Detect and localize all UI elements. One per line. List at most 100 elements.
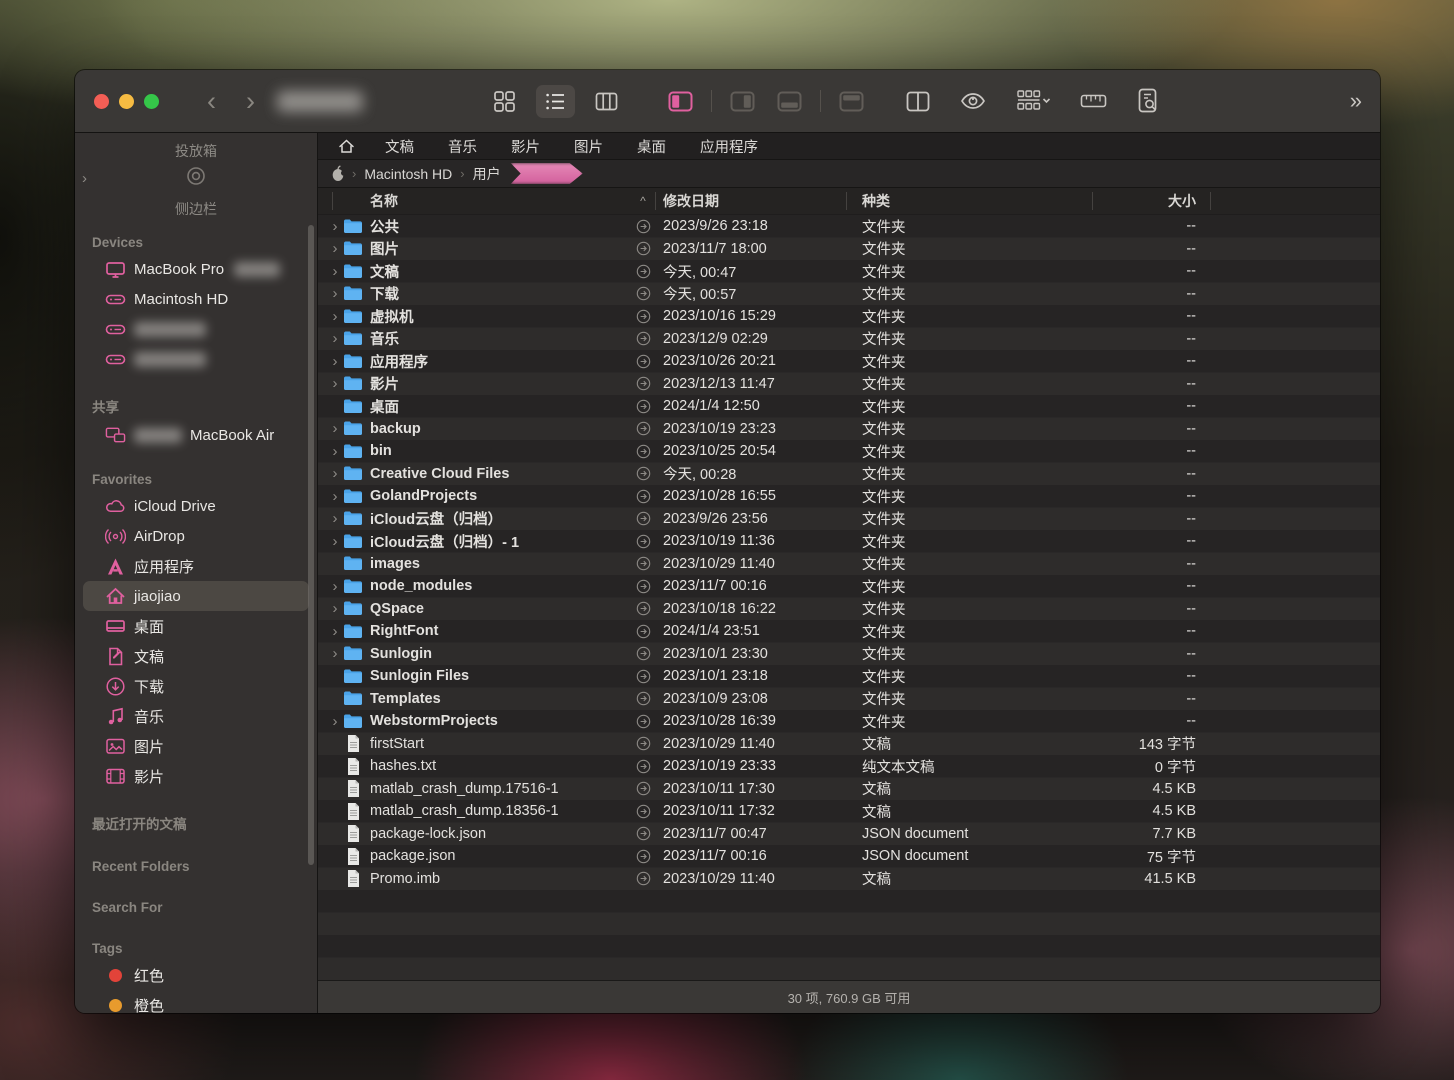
file-row[interactable]: ›backup2023/10/19 23:23文件夹-- xyxy=(318,418,1380,441)
file-row[interactable]: ›node_modules2023/11/7 00:16文件夹-- xyxy=(318,575,1380,598)
cloud-status-icon[interactable] xyxy=(631,309,655,324)
sidebar-item-AirDrop[interactable]: AirDrop xyxy=(83,521,309,551)
disclosure-chevron-icon[interactable]: › xyxy=(328,286,342,301)
column-header-name[interactable]: 名称 xyxy=(364,191,631,211)
cloud-status-icon[interactable] xyxy=(631,241,655,256)
sidebar-item-iCloud Drive[interactable]: iCloud Drive xyxy=(83,491,309,521)
file-row[interactable]: images2023/10/29 11:40文件夹-- xyxy=(318,553,1380,576)
panel-top-icon[interactable] xyxy=(831,86,872,117)
file-row[interactable]: ›iCloud云盘（归档）2023/9/26 23:56文件夹-- xyxy=(318,508,1380,531)
zoom-window-button[interactable] xyxy=(144,94,159,109)
file-row[interactable]: ›影片2023/12/13 11:47文件夹-- xyxy=(318,373,1380,396)
file-row[interactable]: ›RightFont2024/1/4 23:51文件夹-- xyxy=(318,620,1380,643)
sidebar-item-Macintosh HD[interactable]: Macintosh HD xyxy=(83,284,309,314)
cloud-status-icon[interactable] xyxy=(631,421,655,436)
sidebar-item-音乐[interactable]: 音乐 xyxy=(83,701,309,731)
sidebar-item-redacted[interactable] xyxy=(83,314,309,344)
disclosure-chevron-icon[interactable]: › xyxy=(328,421,342,436)
toolbar-overflow-icon[interactable]: » xyxy=(1350,88,1362,114)
cloud-status-icon[interactable] xyxy=(631,736,655,751)
column-divider[interactable] xyxy=(1210,192,1211,210)
disclosure-chevron-icon[interactable]: › xyxy=(328,534,342,549)
dropbox-target-icon[interactable] xyxy=(185,165,207,191)
cloud-status-icon[interactable] xyxy=(631,669,655,684)
file-row[interactable]: ›QSpace2023/10/18 16:22文件夹-- xyxy=(318,598,1380,621)
column-divider[interactable] xyxy=(332,192,333,210)
sidebar-item-图片[interactable]: 图片 xyxy=(83,731,309,761)
column-header-date[interactable]: 修改日期 xyxy=(655,191,846,211)
minimize-window-button[interactable] xyxy=(119,94,134,109)
column-divider[interactable] xyxy=(655,192,656,210)
file-row[interactable]: ›文稿今天, 00:47文件夹-- xyxy=(318,260,1380,283)
shortcut-tab-图片[interactable]: 图片 xyxy=(574,136,603,157)
file-row[interactable]: firstStart2023/10/29 11:40文稿143 字节 xyxy=(318,733,1380,756)
file-row[interactable]: ›WebstormProjects2023/10/28 16:39文件夹-- xyxy=(318,710,1380,733)
cloud-status-icon[interactable] xyxy=(631,511,655,526)
cloud-status-icon[interactable] xyxy=(631,714,655,729)
file-row[interactable]: ›Creative Cloud Files今天, 00:28文件夹-- xyxy=(318,463,1380,486)
disclosure-chevron-icon[interactable]: › xyxy=(328,511,342,526)
file-row[interactable]: ›图片2023/11/7 18:00文件夹-- xyxy=(318,238,1380,261)
cloud-status-icon[interactable] xyxy=(631,759,655,774)
column-header-kind[interactable]: 种类 xyxy=(846,191,1092,211)
cloud-status-icon[interactable] xyxy=(631,219,655,234)
disclosure-chevron-icon[interactable]: › xyxy=(328,331,342,346)
panel-left-icon[interactable] xyxy=(660,86,701,117)
sidebar-item-下载[interactable]: 下载 xyxy=(83,671,309,701)
sidebar-item-redacted[interactable] xyxy=(83,344,309,374)
file-row[interactable]: ›iCloud云盘（归档）- 12023/10/19 11:36文件夹-- xyxy=(318,530,1380,553)
breadcrumb-users[interactable]: 用户 xyxy=(471,164,503,184)
disclosure-chevron-icon[interactable]: › xyxy=(328,714,342,729)
cloud-status-icon[interactable] xyxy=(631,354,655,369)
sidebar-item-红色[interactable]: 红色 xyxy=(83,960,309,990)
split-view-icon[interactable] xyxy=(898,86,938,117)
cloud-status-icon[interactable] xyxy=(631,399,655,414)
file-row[interactable]: matlab_crash_dump.18356-12023/10/11 17:3… xyxy=(318,800,1380,823)
panel-bottom-icon[interactable] xyxy=(769,86,810,117)
file-row[interactable]: ›应用程序2023/10/26 20:21文件夹-- xyxy=(318,350,1380,373)
disclosure-chevron-icon[interactable]: › xyxy=(328,444,342,459)
cloud-status-icon[interactable] xyxy=(631,826,655,841)
cloud-status-icon[interactable] xyxy=(631,264,655,279)
group-sort-icon[interactable] xyxy=(1008,84,1058,118)
panel-right-icon[interactable] xyxy=(722,86,763,117)
cloud-status-icon[interactable] xyxy=(631,781,655,796)
cloud-status-icon[interactable] xyxy=(631,646,655,661)
quick-look-eye-icon[interactable] xyxy=(952,86,994,116)
sidebar-item-MacBook Pro[interactable]: MacBook Pro xyxy=(83,254,309,284)
file-row[interactable]: package-lock.json2023/11/7 00:47JSON doc… xyxy=(318,823,1380,846)
disclosure-chevron-icon[interactable]: › xyxy=(328,646,342,661)
sidebar-item-橙色[interactable]: 橙色 xyxy=(83,990,309,1013)
close-window-button[interactable] xyxy=(94,94,109,109)
disclosure-chevron-icon[interactable]: › xyxy=(328,309,342,324)
file-row[interactable]: ›虚拟机2023/10/16 15:29文件夹-- xyxy=(318,305,1380,328)
disclosure-chevron-icon[interactable]: › xyxy=(328,489,342,504)
cloud-status-icon[interactable] xyxy=(631,624,655,639)
disclosure-chevron-icon[interactable]: › xyxy=(328,601,342,616)
ruler-icon[interactable] xyxy=(1072,88,1115,114)
breadcrumb-username-redacted[interactable] xyxy=(511,163,583,184)
shortcut-tab-影片[interactable]: 影片 xyxy=(511,136,540,157)
file-row[interactable]: ›公共2023/9/26 23:18文件夹-- xyxy=(318,215,1380,238)
sidebar-item-MacBook Air[interactable]: MacBook Air xyxy=(83,420,309,450)
back-button[interactable]: ‹ xyxy=(201,88,222,115)
breadcrumb-macintosh-hd[interactable]: Macintosh HD xyxy=(362,166,454,182)
cloud-status-icon[interactable] xyxy=(631,601,655,616)
disclosure-chevron-icon[interactable]: › xyxy=(328,624,342,639)
grid-view-icon[interactable] xyxy=(485,85,524,118)
disclosure-chevron-icon[interactable]: › xyxy=(328,354,342,369)
file-row[interactable]: Templates2023/10/9 23:08文件夹-- xyxy=(318,688,1380,711)
file-row[interactable]: ›bin2023/10/25 20:54文件夹-- xyxy=(318,440,1380,463)
cloud-status-icon[interactable] xyxy=(631,871,655,886)
cloud-status-icon[interactable] xyxy=(631,444,655,459)
disclosure-chevron-icon[interactable]: › xyxy=(328,264,342,279)
cloud-status-icon[interactable] xyxy=(631,849,655,864)
sidebar-item-jiaojiao[interactable]: jiaojiao xyxy=(83,581,309,611)
disclosure-chevron-icon[interactable]: › xyxy=(328,219,342,234)
shortcut-tab-应用程序[interactable]: 应用程序 xyxy=(700,136,758,157)
dropbox-disclosure-icon[interactable]: › xyxy=(82,170,87,187)
file-row[interactable]: Promo.imb2023/10/29 11:40文稿41.5 KB xyxy=(318,868,1380,891)
disclosure-chevron-icon[interactable]: › xyxy=(328,376,342,391)
disclosure-chevron-icon[interactable]: › xyxy=(328,241,342,256)
disclosure-chevron-icon[interactable]: › xyxy=(328,466,342,481)
